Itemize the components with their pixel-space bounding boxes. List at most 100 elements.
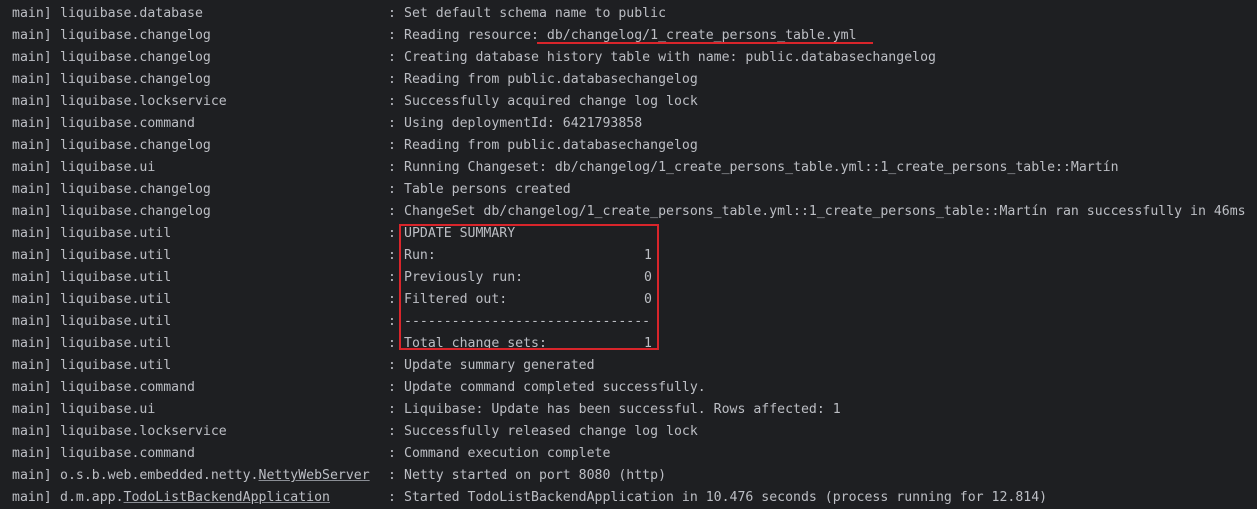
log-message: Using deploymentId: 6421793858	[404, 116, 643, 131]
log-separator: :	[388, 314, 396, 329]
log-logger: liquibase.command	[60, 116, 195, 131]
log-thread: main]	[12, 468, 52, 483]
log-logger: liquibase.util	[60, 314, 172, 329]
log-separator: :	[388, 72, 396, 87]
log-message: Started TodoListBackendApplication in 10…	[404, 490, 1048, 505]
log-line: main] liquibase.command: Command execution…	[0, 443, 1257, 465]
log-thread: main]	[12, 270, 52, 285]
log-logger: liquibase.lockservice	[60, 94, 227, 109]
log-message: Creating database history table with nam…	[404, 50, 936, 65]
log-separator: :	[388, 6, 396, 21]
log-line: main] d.m.app.TodoListBackendApplication:…	[0, 487, 1257, 509]
log-thread: main]	[12, 50, 52, 65]
log-line: main] o.s.b.web.embedded.netty.NettyWebSe…	[0, 465, 1257, 487]
log-thread: main]	[12, 314, 52, 329]
log-thread: main]	[12, 6, 52, 21]
log-line: main] liquibase.ui: Running Changeset: db/…	[0, 157, 1257, 179]
log-line: main] liquibase.command: Using deploymentI…	[0, 113, 1257, 135]
log-message: Table persons created	[404, 182, 571, 197]
log-logger: liquibase.changelog	[60, 72, 211, 87]
log-thread: main]	[12, 72, 52, 87]
log-logger: liquibase.util	[60, 336, 172, 351]
log-logger: liquibase.util	[60, 270, 172, 285]
log-separator: :	[388, 226, 396, 241]
log-separator: :	[388, 248, 396, 263]
log-separator: :	[388, 358, 396, 373]
log-separator: :	[388, 292, 396, 307]
changelog-underline-annotation	[537, 42, 873, 44]
log-separator: :	[388, 28, 396, 43]
log-logger: liquibase.util	[60, 358, 172, 373]
log-separator: :	[388, 182, 396, 197]
log-message: Liquibase: Update has been successful. R…	[404, 402, 841, 417]
log-separator: :	[388, 138, 396, 153]
log-thread: main]	[12, 446, 52, 461]
log-separator: :	[388, 380, 396, 395]
log-message: Reading from public.databasechangelog	[404, 72, 698, 87]
log-message: Netty started on port 8080 (http)	[404, 468, 667, 483]
log-thread: main]	[12, 380, 52, 395]
update-summary-highlight-box	[399, 224, 659, 350]
log-separator: :	[388, 270, 396, 285]
log-logger: liquibase.lockservice	[60, 424, 227, 439]
log-line: main] liquibase.changelog: Table persons c…	[0, 179, 1257, 201]
log-line: main] liquibase.database: Set default sche…	[0, 3, 1257, 25]
log-line: main] liquibase.util: Update summary gener…	[0, 355, 1257, 377]
log-line: main] liquibase.changelog: Reading from pu…	[0, 69, 1257, 91]
log-thread: main]	[12, 424, 52, 439]
log-thread: main]	[12, 226, 52, 241]
log-logger-class-link[interactable]: NettyWebServer	[259, 468, 370, 483]
log-separator: :	[388, 336, 396, 351]
log-logger: liquibase.database	[60, 6, 203, 21]
log-message: Reading from public.databasechangelog	[404, 138, 698, 153]
log-logger: o.s.b.web.embedded.netty.NettyWebServer	[60, 465, 370, 487]
log-line: main] liquibase.changelog: Reading from pu…	[0, 135, 1257, 157]
log-logger: liquibase.ui	[60, 402, 156, 417]
log-thread: main]	[12, 336, 52, 351]
log-thread: main]	[12, 116, 52, 131]
log-thread: main]	[12, 248, 52, 263]
log-logger: liquibase.changelog	[60, 204, 211, 219]
log-separator: :	[388, 468, 396, 483]
log-message: ChangeSet db/changelog/1_create_persons_…	[404, 204, 1246, 219]
log-logger: liquibase.command	[60, 380, 195, 395]
log-logger: liquibase.util	[60, 226, 172, 241]
log-thread: main]	[12, 94, 52, 109]
log-line: main] liquibase.changelog: Creating databa…	[0, 47, 1257, 69]
log-line: main] liquibase.changelog: ChangeSet db/ch…	[0, 201, 1257, 223]
log-logger: liquibase.util	[60, 248, 172, 263]
log-separator: :	[388, 402, 396, 417]
log-line: main] liquibase.lockservice: Successfully …	[0, 421, 1257, 443]
log-message: Successfully released change log lock	[404, 424, 698, 439]
log-thread: main]	[12, 292, 52, 307]
log-line: main] liquibase.ui: Liquibase: Update has …	[0, 399, 1257, 421]
log-logger: liquibase.changelog	[60, 182, 211, 197]
log-separator: :	[388, 424, 396, 439]
log-logger-package: o.s.b.web.embedded.netty.	[60, 468, 259, 483]
log-separator: :	[388, 204, 396, 219]
log-separator: :	[388, 160, 396, 175]
log-message: Update command completed successfully.	[404, 380, 706, 395]
log-logger: liquibase.changelog	[60, 28, 211, 43]
log-logger: liquibase.util	[60, 292, 172, 307]
log-separator: :	[388, 446, 396, 461]
log-separator: :	[388, 116, 396, 131]
log-thread: main]	[12, 402, 52, 417]
log-separator: :	[388, 50, 396, 65]
log-thread: main]	[12, 28, 52, 43]
log-logger: liquibase.ui	[60, 160, 156, 175]
log-thread: main]	[12, 490, 52, 505]
log-separator: :	[388, 490, 396, 505]
log-thread: main]	[12, 160, 52, 175]
log-thread: main]	[12, 204, 52, 219]
log-thread: main]	[12, 182, 52, 197]
log-logger-class-link[interactable]: TodoListBackendApplication	[124, 490, 330, 505]
log-thread: main]	[12, 138, 52, 153]
log-message: Running Changeset: db/changelog/1_create…	[404, 160, 1119, 175]
log-thread: main]	[12, 358, 52, 373]
log-logger: liquibase.changelog	[60, 138, 211, 153]
log-line: main] liquibase.lockservice: Successfully …	[0, 91, 1257, 113]
log-logger: liquibase.changelog	[60, 50, 211, 65]
log-logger-package: d.m.app.	[60, 490, 124, 505]
log-message: Successfully acquired change log lock	[404, 94, 698, 109]
